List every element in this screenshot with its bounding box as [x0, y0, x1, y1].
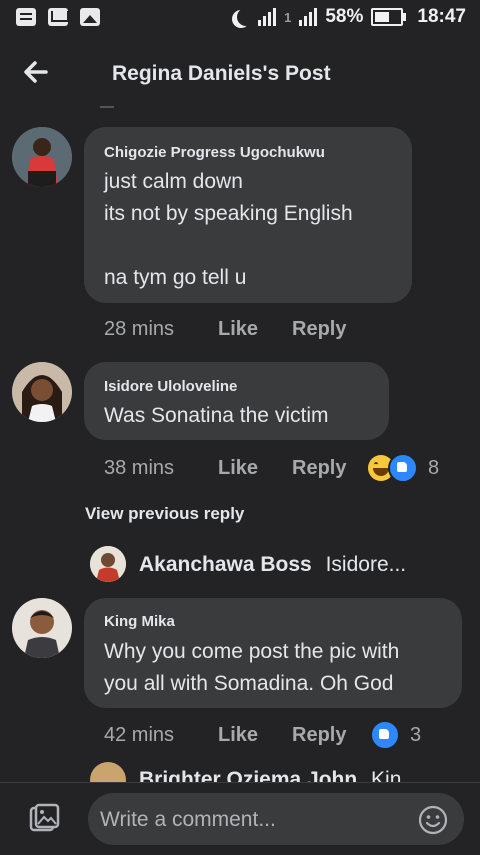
do-not-disturb-icon — [237, 8, 255, 26]
comment-text: Was Sonatina the victim — [104, 404, 329, 427]
avatar-photo — [12, 127, 72, 187]
notification-icons — [16, 8, 100, 26]
status-bar: 1 58% 18:47 — [0, 0, 480, 38]
battery-percent: 58% — [325, 6, 364, 27]
like-button[interactable]: Like — [218, 318, 258, 341]
reply-snippet: Isidore... — [325, 553, 407, 576]
page-title: Regina Daniels's Post — [112, 62, 331, 85]
like-button[interactable]: Like — [218, 724, 258, 747]
like-reaction-icon — [370, 720, 400, 750]
comment-time: 42 mins — [104, 724, 175, 746]
image-notification-icon — [80, 8, 100, 26]
reaction-summary[interactable]: 8 — [368, 453, 440, 483]
reply-button[interactable]: Reply — [292, 457, 346, 480]
clock: 18:47 — [417, 6, 466, 27]
battery-icon — [371, 8, 407, 26]
emoji-icon[interactable] — [418, 805, 448, 835]
comment-input-placeholder: Write a comment... — [100, 808, 276, 831]
view-previous-reply-link[interactable]: View previous reply — [85, 504, 244, 524]
avatar[interactable] — [12, 127, 72, 187]
comment-time: 38 mins — [104, 457, 175, 479]
photo-icon[interactable] — [28, 803, 60, 835]
comment-composer: Write a comment... — [0, 782, 480, 855]
avatar-photo — [12, 598, 72, 658]
post-header: Regina Daniels's Post — [0, 38, 480, 110]
divider — [100, 106, 114, 108]
comment-text: just calm down its not by speaking Engli… — [104, 170, 353, 289]
comment-input[interactable]: Write a comment... — [88, 793, 464, 845]
like-reaction-icon — [388, 453, 418, 483]
reply-author: Akanchawa Boss — [139, 553, 312, 576]
reply-button[interactable]: Reply — [292, 724, 346, 747]
avatar-photo — [12, 362, 72, 422]
signal-icon-2 — [299, 8, 318, 26]
document-notification-icon — [16, 8, 36, 26]
back-arrow-icon[interactable] — [22, 58, 50, 86]
network-indicator: 1 — [284, 9, 292, 25]
comment-author[interactable]: Chigozie Progress Ugochukwu — [104, 144, 325, 161]
reaction-summary[interactable]: 3 — [370, 720, 422, 750]
mail-notification-icon — [48, 8, 68, 26]
reply-button[interactable]: Reply — [292, 318, 346, 341]
system-icons: 1 58% 18:47 — [232, 6, 466, 28]
comment-text: Why you come post the pic with you all w… — [104, 640, 400, 695]
avatar[interactable] — [90, 546, 126, 582]
comment-time: 28 mins — [104, 318, 175, 340]
comment-author[interactable]: Isidore Ulolovelinе — [104, 378, 237, 395]
avatar[interactable] — [12, 362, 72, 422]
reply-preview[interactable]: Akanchawa Boss Isidore... — [139, 553, 406, 577]
reaction-count: 8 — [428, 456, 440, 479]
avatar-photo — [90, 546, 126, 582]
comment-author[interactable]: King Mika — [104, 613, 175, 630]
reaction-count: 3 — [410, 723, 422, 746]
like-button[interactable]: Like — [218, 457, 258, 480]
signal-icon-1 — [258, 8, 277, 26]
avatar[interactable] — [12, 598, 72, 658]
